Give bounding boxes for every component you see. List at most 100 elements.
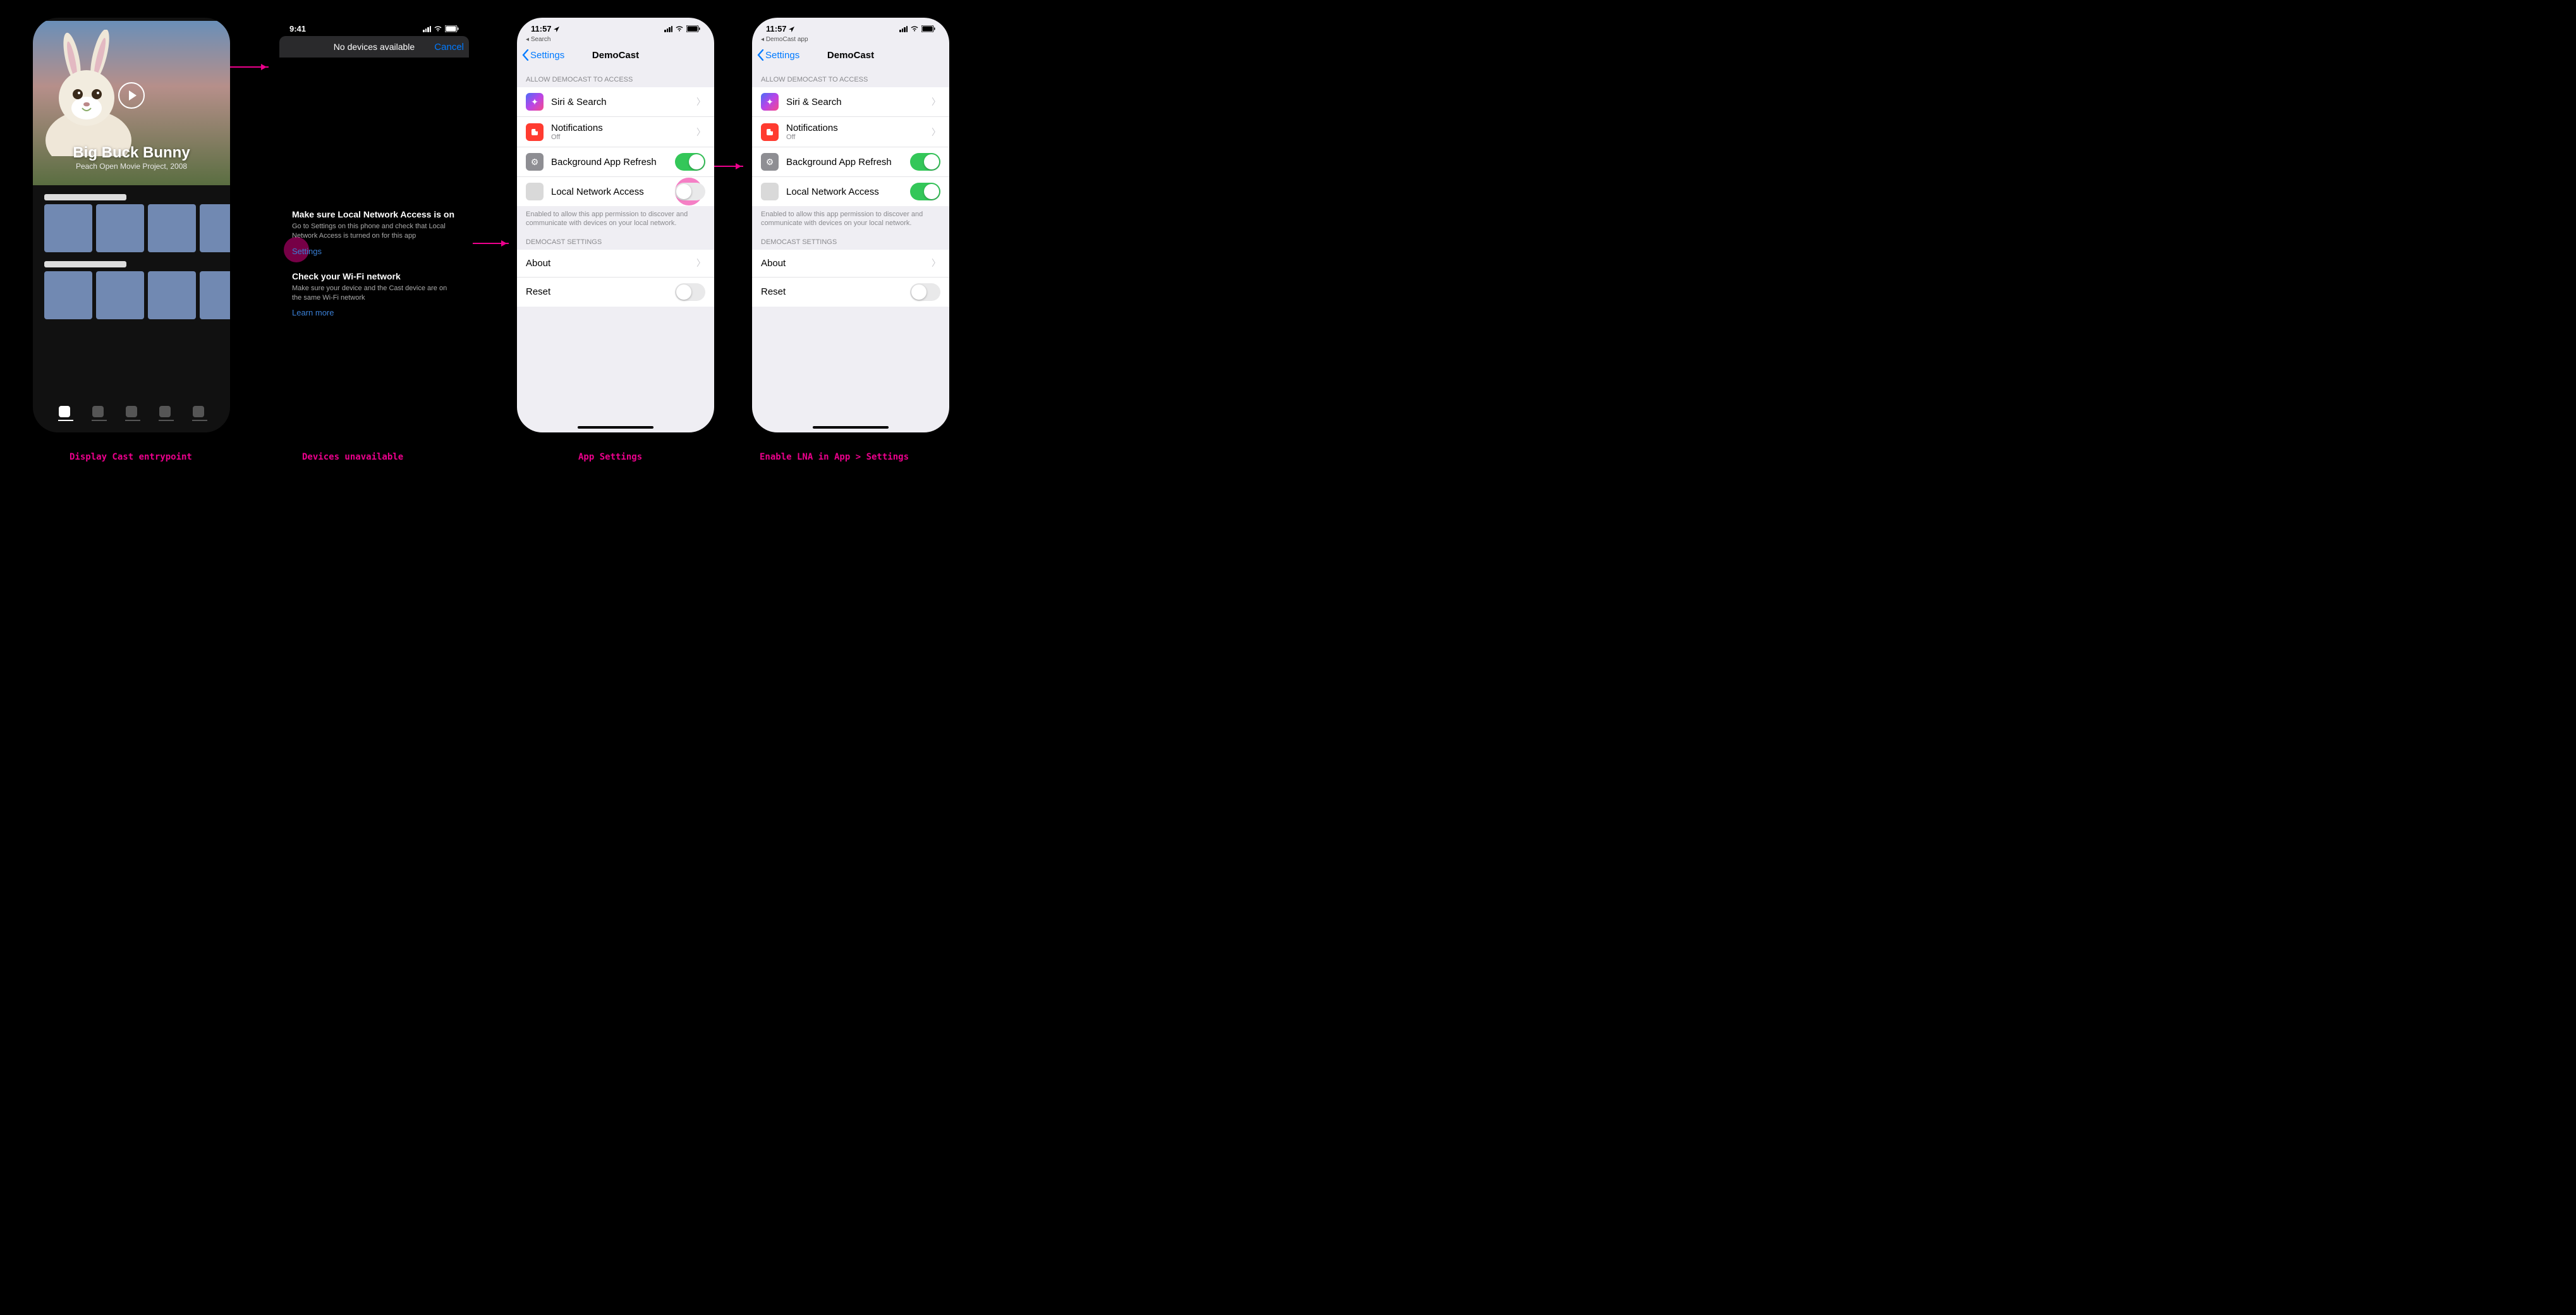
status-time: 11:57: [766, 24, 794, 34]
chevron-right-icon: 〉: [932, 257, 940, 269]
battery-icon: [686, 25, 700, 32]
thumb[interactable]: [200, 271, 230, 319]
wifi-icon: [910, 25, 919, 32]
back-button[interactable]: Settings: [522, 49, 564, 61]
tab-2[interactable]: [92, 406, 104, 421]
caption-2: Devices unavailable: [302, 452, 403, 462]
bg-refresh-toggle[interactable]: [910, 153, 940, 171]
status-bar: 11:57: [517, 18, 714, 36]
wifi-desc: Make sure your device and the Cast devic…: [292, 284, 456, 303]
gear-icon: ⚙: [526, 153, 544, 171]
thumb-row-2: [33, 271, 230, 319]
lna-footer: Enabled to allow this app permission to …: [517, 206, 714, 228]
thumb[interactable]: [148, 204, 196, 252]
status-bar: 11:57: [752, 18, 949, 36]
home-indicator[interactable]: [813, 426, 889, 429]
app-icon: [526, 183, 544, 200]
tab-4[interactable]: [159, 406, 171, 421]
cell-about[interactable]: About〉: [517, 250, 714, 278]
back-button[interactable]: Settings: [757, 49, 799, 61]
lna-toggle[interactable]: [910, 183, 940, 200]
cell-reset: Reset: [517, 278, 714, 307]
phone-settings-on: 11:57 DemoCast app Settings DemoCast All…: [752, 18, 949, 432]
gear-icon: ⚙: [761, 153, 779, 171]
status-time: 9:41: [289, 24, 306, 34]
lna-desc: Go to Settings on this phone and check t…: [292, 222, 456, 241]
play-button[interactable]: [118, 82, 145, 113]
battery-icon: [445, 25, 459, 32]
cell-reset: Reset: [752, 278, 949, 307]
phone-no-devices: 9:41 No devices available Cancel Make su…: [276, 18, 473, 432]
thumb[interactable]: [44, 271, 92, 319]
hero-subtitle: Peach Open Movie Project, 2008: [76, 162, 187, 171]
cellular-icon: [423, 26, 431, 32]
section-label-2: [44, 261, 126, 267]
cell-lna: Local Network Access: [517, 177, 714, 206]
location-icon: [554, 27, 559, 32]
status-time: 11:57: [531, 24, 559, 34]
reset-toggle[interactable]: [675, 283, 705, 301]
thumb[interactable]: [96, 271, 144, 319]
location-icon: [789, 27, 794, 32]
thumb[interactable]: [96, 204, 144, 252]
chevron-right-icon: 〉: [932, 95, 940, 108]
breadcrumb[interactable]: Search: [517, 36, 714, 44]
cell-bg-refresh: ⚙Background App Refresh: [517, 147, 714, 177]
lna-toggle[interactable]: [675, 183, 705, 200]
status-bar: 9:41: [276, 18, 473, 36]
caption-4: Enable LNA in App > Settings: [760, 452, 909, 462]
notifications-icon: [526, 123, 544, 141]
home-indicator[interactable]: [578, 426, 653, 429]
bg-refresh-toggle[interactable]: [675, 153, 705, 171]
settings-link[interactable]: Settings: [292, 247, 322, 256]
cell-lna: Local Network Access: [752, 177, 949, 206]
chevron-right-icon: 〉: [696, 257, 705, 269]
siri-icon: ✦: [761, 93, 779, 111]
wifi-icon: [675, 25, 684, 32]
chevron-right-icon: 〉: [696, 126, 705, 138]
tab-bar: [33, 406, 230, 421]
phone-settings-off: 11:57 Search Settings DemoCast Allow Dem…: [517, 18, 714, 432]
wifi-icon: [434, 25, 442, 32]
hero-card[interactable]: Big Buck Bunny Peach Open Movie Project,…: [33, 21, 230, 185]
hero-title: Big Buck Bunny: [73, 144, 190, 162]
thumb[interactable]: [148, 271, 196, 319]
reset-toggle[interactable]: [910, 283, 940, 301]
lna-heading: Make sure Local Network Access is on: [292, 209, 456, 219]
thumb[interactable]: [200, 204, 230, 252]
cell-about[interactable]: About〉: [752, 250, 949, 278]
status-icons: [423, 25, 459, 32]
caption-3: App Settings: [578, 452, 642, 462]
cast-dialog-header: No devices available Cancel: [279, 36, 469, 58]
thumb[interactable]: [44, 204, 92, 252]
tab-3[interactable]: [125, 406, 138, 421]
app-icon: [761, 183, 779, 200]
learn-more-link[interactable]: Learn more: [292, 308, 334, 317]
status-icons: [664, 25, 700, 32]
tab-1[interactable]: [58, 406, 71, 421]
breadcrumb[interactable]: DemoCast app: [752, 36, 949, 44]
cell-bg-refresh: ⚙Background App Refresh: [752, 147, 949, 177]
section-label-1: [44, 194, 126, 200]
thumb-row-1: [33, 204, 230, 252]
cell-siri[interactable]: ✦Siri & Search〉: [752, 87, 949, 117]
cellular-icon: [664, 26, 672, 32]
siri-icon: ✦: [526, 93, 544, 111]
lna-footer: Enabled to allow this app permission to …: [752, 206, 949, 228]
cancel-button[interactable]: Cancel: [434, 42, 464, 52]
tab-5[interactable]: [192, 406, 205, 421]
notifications-icon: [761, 123, 779, 141]
section-header-app: DemoCast Settings: [517, 228, 714, 250]
chevron-right-icon: 〉: [696, 95, 705, 108]
chevron-right-icon: 〉: [932, 126, 940, 138]
section-header-access: Allow DemoCast to Access: [752, 66, 949, 87]
nav-bar: Settings DemoCast: [752, 44, 949, 66]
cellular-icon: [899, 26, 908, 32]
section-header-app: DemoCast Settings: [752, 228, 949, 250]
wifi-heading: Check your Wi-Fi network: [292, 271, 456, 281]
caption-1: Display Cast entrypoint: [70, 452, 192, 462]
cell-notifications[interactable]: NotificationsOff〉: [752, 117, 949, 147]
cell-siri[interactable]: ✦Siri & Search〉: [517, 87, 714, 117]
battery-icon: [921, 25, 935, 32]
cell-notifications[interactable]: NotificationsOff〉: [517, 117, 714, 147]
